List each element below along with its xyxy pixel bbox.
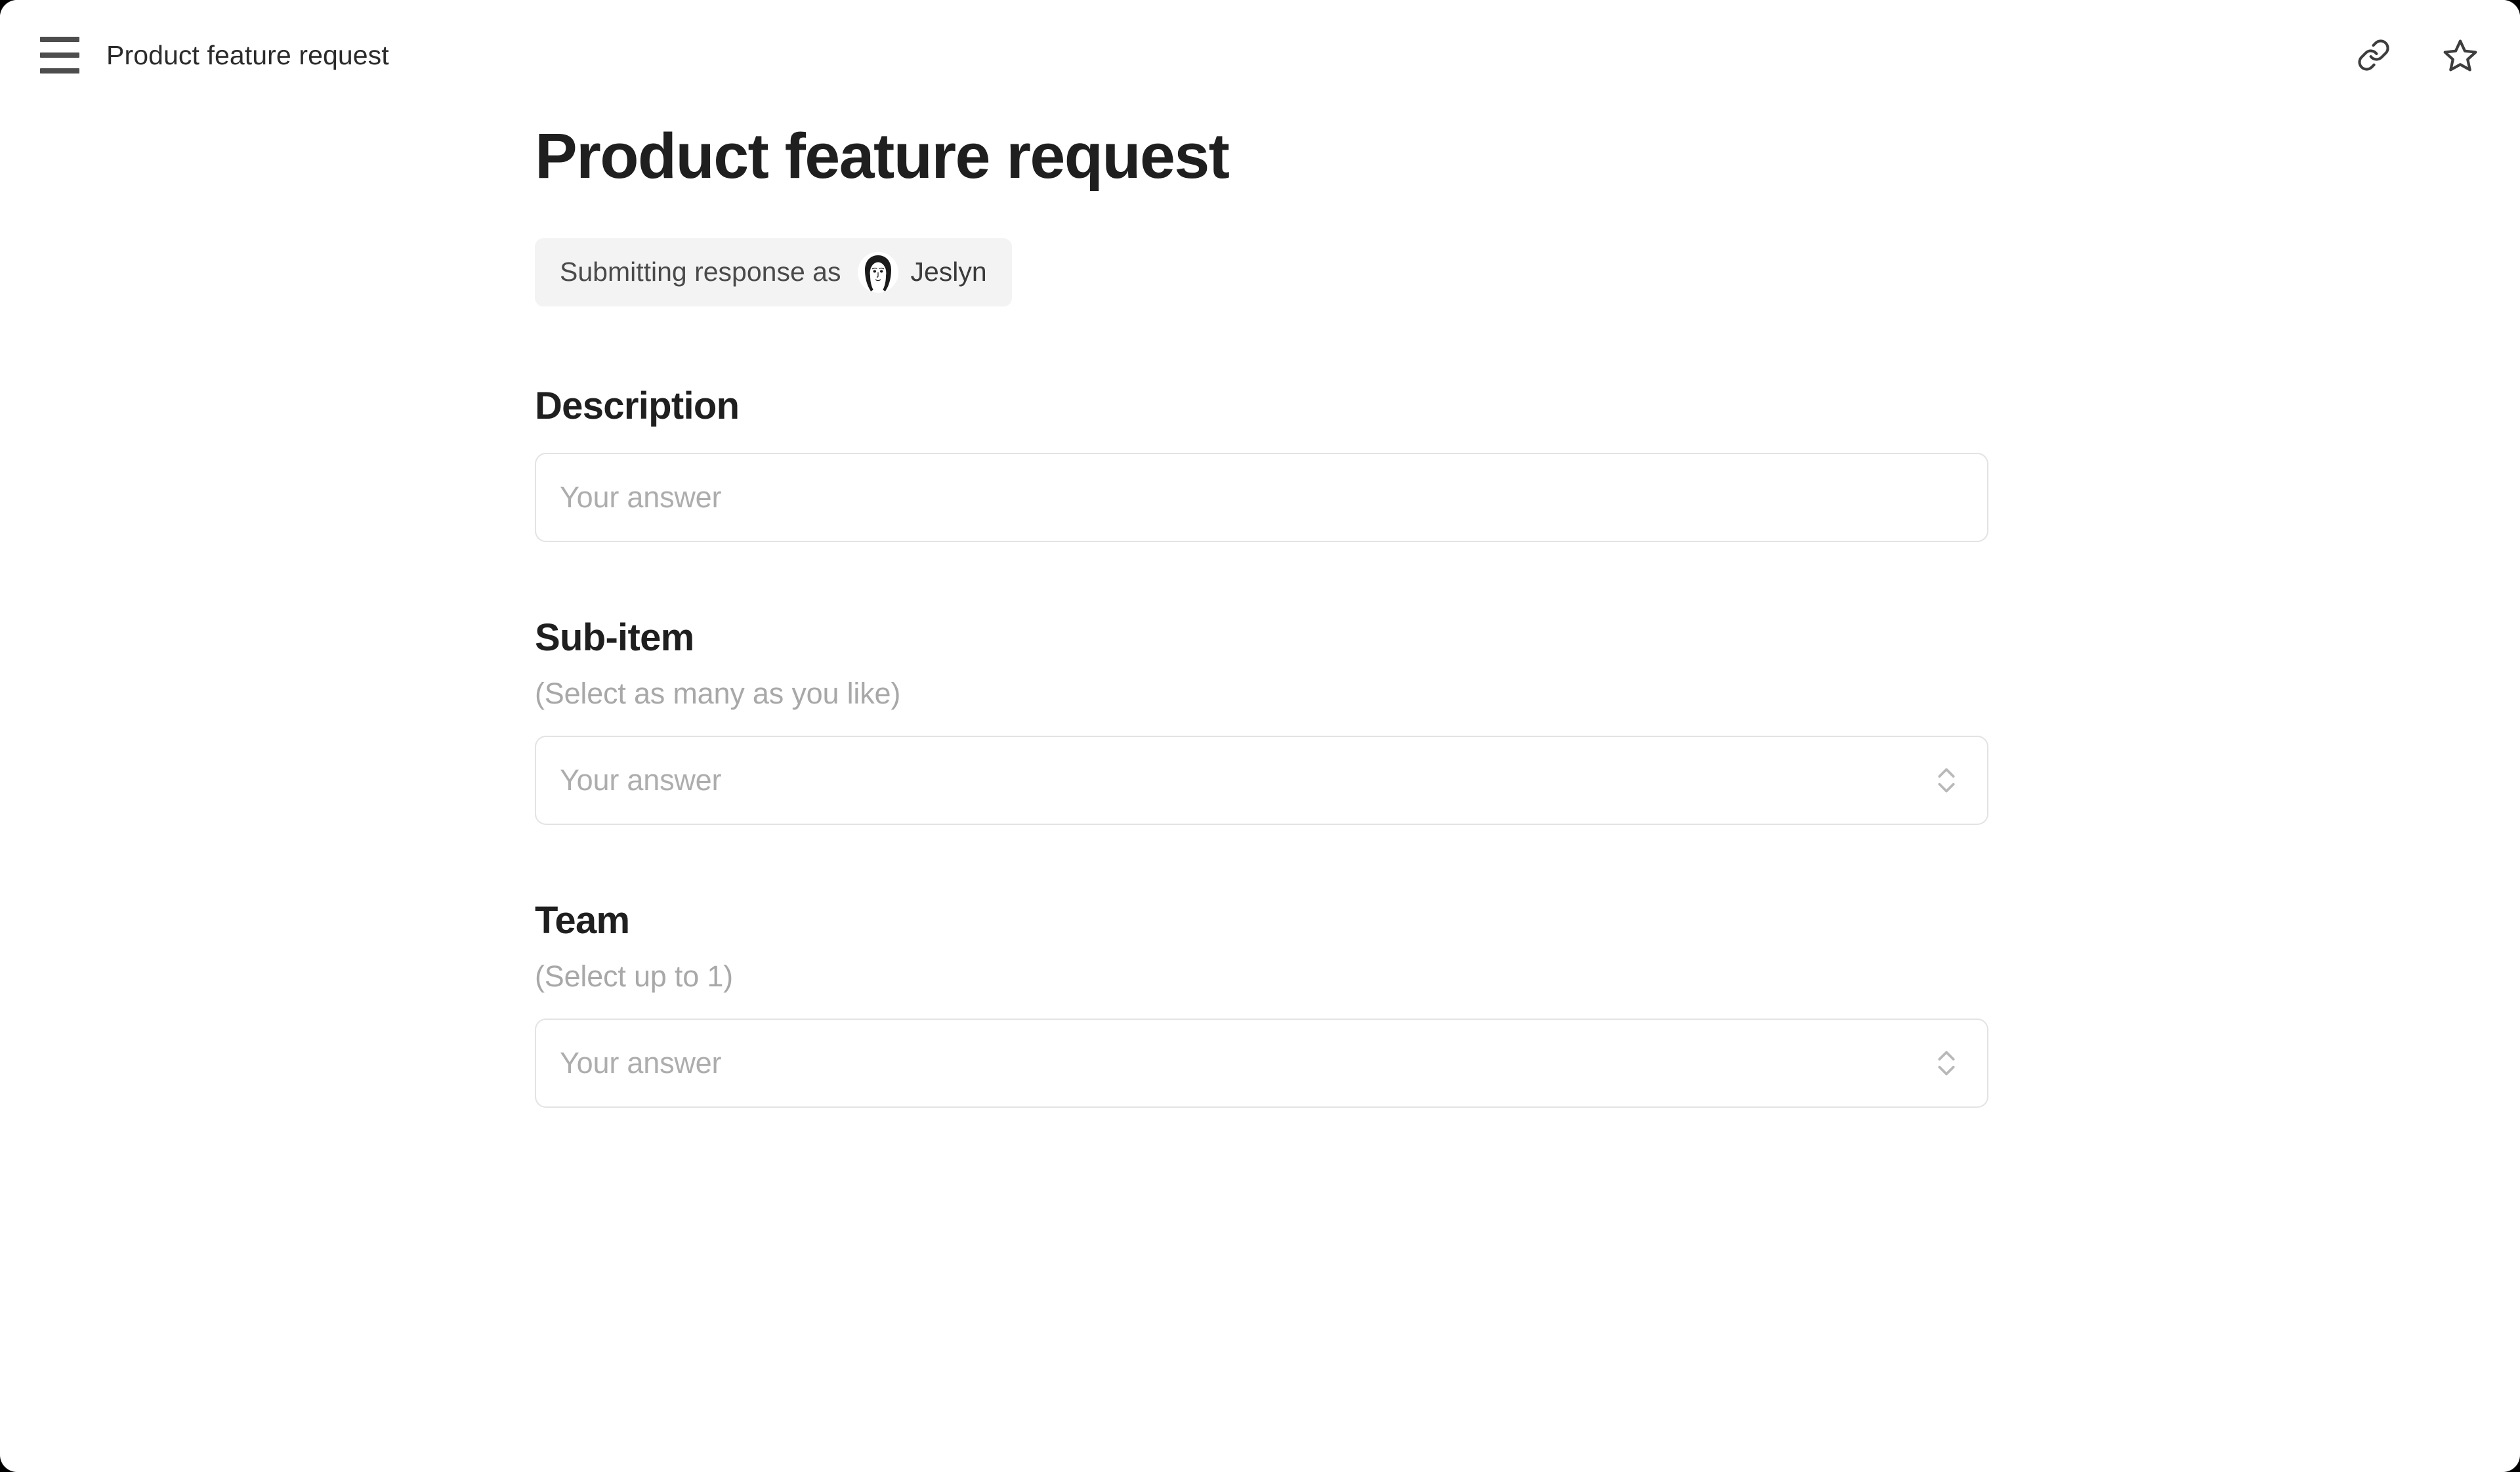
team-select[interactable]: Your answer	[535, 1019, 1988, 1108]
form-field-description: Description Your answer	[535, 384, 1988, 542]
select-placeholder: Your answer	[560, 763, 721, 797]
form-content: Product feature request Submitting respo…	[535, 122, 1988, 1108]
form-field-team: Team (Select up to 1) Your answer	[535, 898, 1988, 1108]
page-title: Product feature request	[535, 122, 1988, 191]
select-placeholder: Your answer	[560, 1046, 721, 1080]
hamburger-menu-icon[interactable]	[32, 27, 88, 83]
top-bar: Product feature request	[0, 0, 2520, 110]
chevron-up-down-icon[interactable]	[1933, 1046, 1960, 1080]
app-window: Product feature request	[0, 0, 2520, 1472]
avatar	[858, 252, 898, 293]
copy-link-button[interactable]	[2349, 31, 2398, 79]
hamburger-bar-2	[40, 53, 79, 58]
form-field-sub-item: Sub-item (Select as many as you like) Yo…	[535, 616, 1988, 825]
field-label: Team	[535, 898, 1988, 942]
field-label: Description	[535, 384, 1988, 428]
submitting-response-user: Jeslyn	[910, 257, 986, 287]
hamburger-bar-1	[40, 37, 79, 42]
submitting-response-label: Submitting response as	[560, 257, 841, 287]
link-icon	[2357, 38, 2391, 72]
star-icon	[2442, 37, 2479, 74]
form-body: Product feature request Submitting respo…	[0, 110, 2520, 1472]
topbar-actions	[2349, 31, 2485, 79]
submitting-response-badge: Submitting response as	[535, 238, 1012, 306]
sub-item-select[interactable]: Your answer	[535, 736, 1988, 825]
field-hint: (Select as many as you like)	[535, 677, 1988, 711]
field-label: Sub-item	[535, 616, 1988, 660]
description-input[interactable]: Your answer	[535, 453, 1988, 542]
hamburger-bar-3	[40, 68, 79, 74]
breadcrumb-title: Product feature request	[106, 40, 389, 71]
favorite-button[interactable]	[2436, 31, 2485, 79]
chevron-up-down-icon[interactable]	[1933, 763, 1960, 797]
field-hint: (Select up to 1)	[535, 959, 1988, 994]
input-placeholder: Your answer	[560, 480, 721, 515]
